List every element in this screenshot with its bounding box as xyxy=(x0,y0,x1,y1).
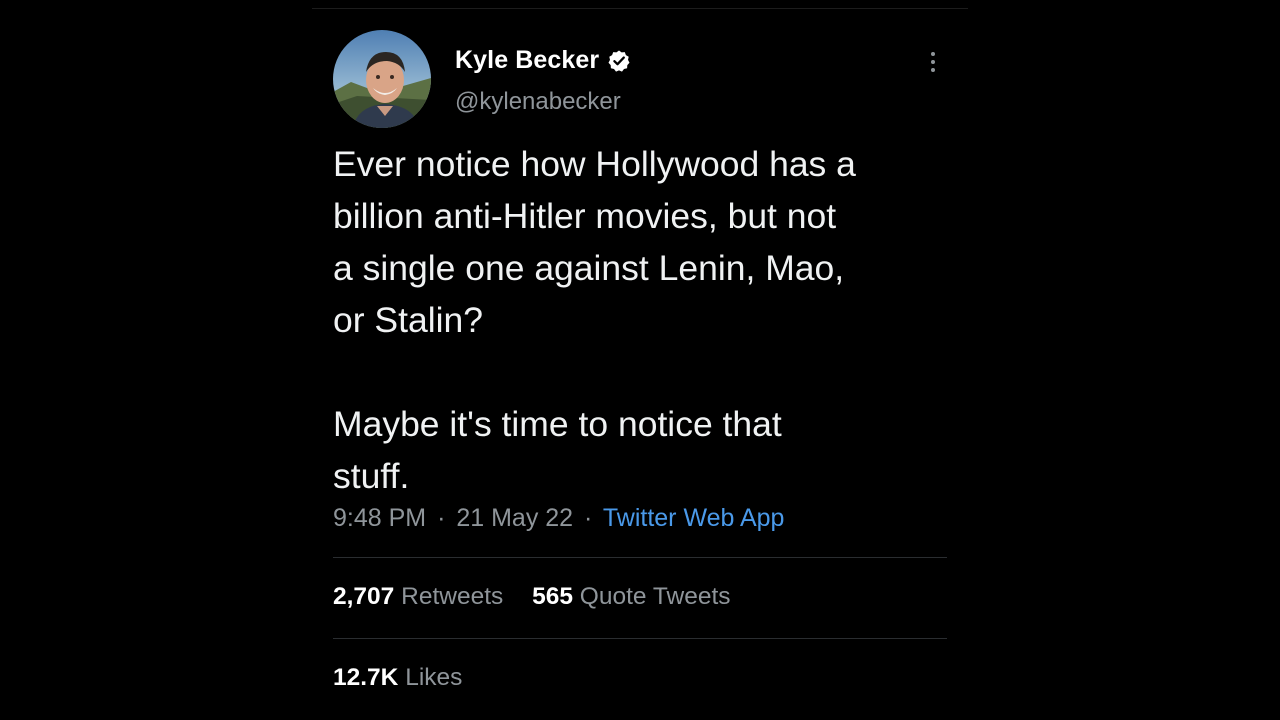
tweet-time[interactable]: 9:48 PM xyxy=(333,504,426,532)
stats-divider-middle xyxy=(333,638,947,639)
avatar-photo xyxy=(333,30,431,128)
tweet-date[interactable]: 21 May 22 xyxy=(456,504,573,532)
quote-tweets-stat[interactable]: 565 Quote Tweets xyxy=(532,583,730,610)
meta-separator: · xyxy=(437,504,446,532)
more-vertical-icon[interactable] xyxy=(921,50,945,74)
author-display-name[interactable]: Kyle Becker xyxy=(455,46,599,75)
screen: Kyle Becker @kylenabecker Ever notice ho… xyxy=(0,0,1280,720)
retweets-count: 2,707 xyxy=(333,583,395,610)
tweet-header: Kyle Becker @kylenabecker xyxy=(333,30,947,130)
likes-stats-row: 12.7K Likes xyxy=(333,664,484,692)
stats-divider-top xyxy=(333,557,947,558)
top-divider xyxy=(312,8,968,9)
meta-separator: · xyxy=(584,504,593,532)
tweet-source-link[interactable]: Twitter Web App xyxy=(603,504,785,532)
tweet-metadata: 9:48 PM · 21 May 22 · Twitter Web App xyxy=(333,504,784,533)
retweets-label: Retweets xyxy=(401,583,504,610)
avatar[interactable] xyxy=(333,30,431,128)
name-row: Kyle Becker xyxy=(455,46,631,75)
engagement-stats-row: 2,707 Retweets 565 Quote Tweets xyxy=(333,583,753,611)
likes-label: Likes xyxy=(405,664,463,691)
quote-tweets-label: Quote Tweets xyxy=(579,583,731,610)
tweet-text: Ever notice how Hollywood has a billion … xyxy=(333,144,856,496)
likes-count: 12.7K xyxy=(333,664,399,691)
tweet-card: Kyle Becker @kylenabecker Ever notice ho… xyxy=(333,30,947,691)
author-handle[interactable]: @kylenabecker xyxy=(455,88,621,116)
likes-stat[interactable]: 12.7K Likes xyxy=(333,664,462,691)
quote-tweets-count: 565 xyxy=(532,583,573,610)
retweets-stat[interactable]: 2,707 Retweets xyxy=(333,583,510,610)
verified-badge-icon xyxy=(607,49,631,73)
